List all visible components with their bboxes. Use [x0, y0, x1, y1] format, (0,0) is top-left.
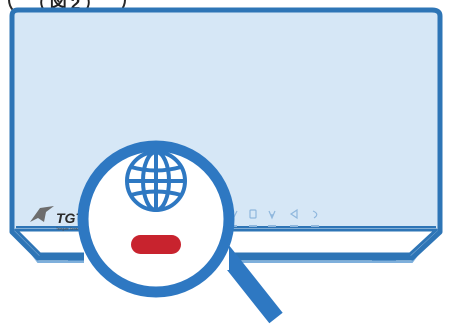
internet-lamp-red [131, 235, 181, 254]
globe-icon [125, 150, 187, 212]
router-diagram: TGT Telegate Sensor [9, 7, 443, 324]
logo-subtext: Telegate Sensor [56, 227, 81, 231]
